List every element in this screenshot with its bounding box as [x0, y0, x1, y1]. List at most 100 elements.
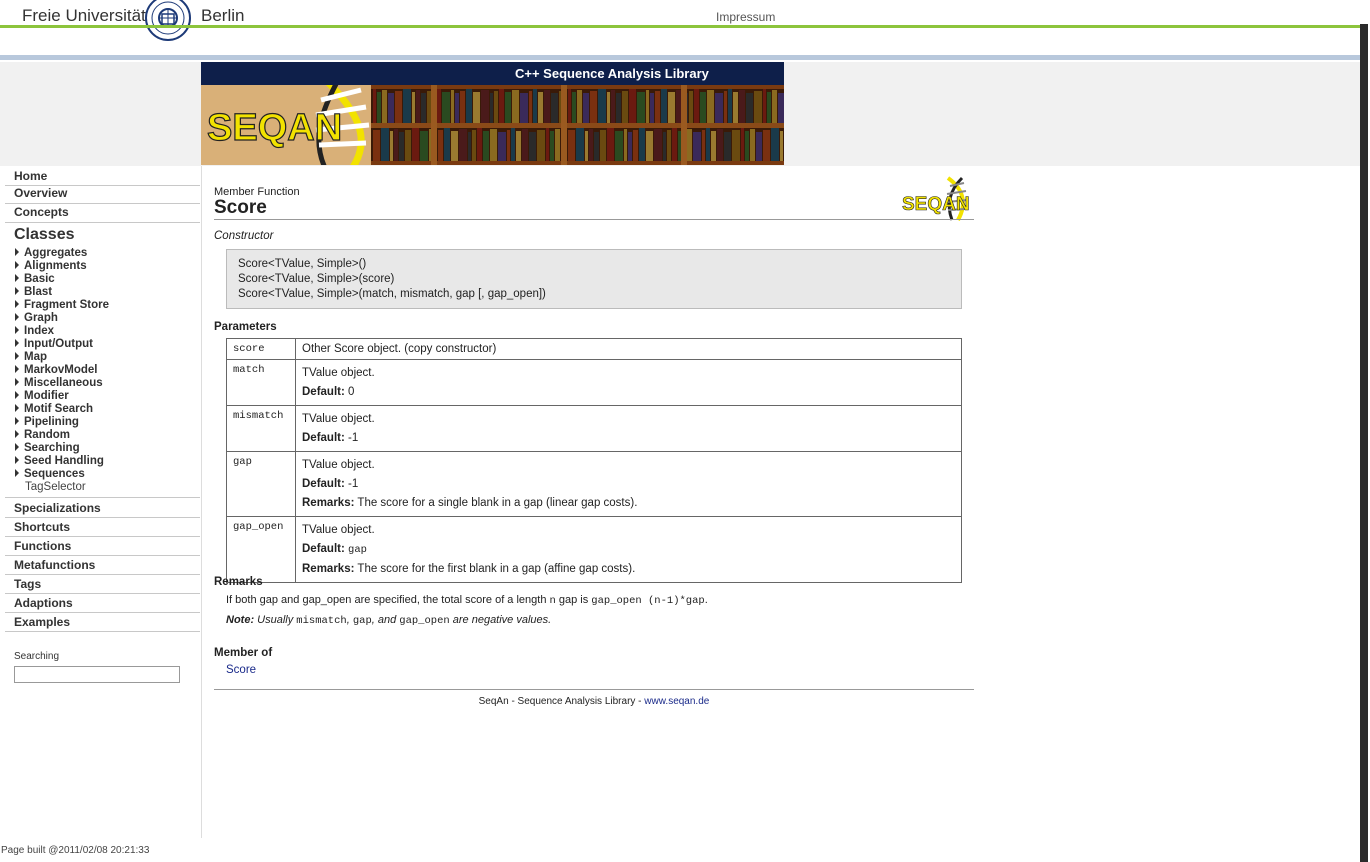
book-spine	[689, 91, 693, 123]
class-sequences[interactable]: Sequences	[15, 468, 85, 480]
class-tagselector[interactable]: TagSelector	[25, 481, 86, 493]
triangle-right-icon	[15, 352, 19, 360]
book-spine	[576, 128, 584, 161]
param-name: gap	[226, 451, 296, 517]
book-spine	[583, 93, 589, 123]
class-markovmodel[interactable]: MarkovModel	[15, 364, 98, 376]
seqan-banner: C++ Sequence Analysis Library SEQAN	[201, 62, 784, 165]
triangle-right-icon	[15, 469, 19, 477]
book-spine	[403, 89, 411, 123]
book-spine	[455, 93, 459, 123]
impressum-link[interactable]: Impressum	[716, 10, 775, 24]
book-spine	[468, 132, 471, 161]
book-spine	[460, 91, 465, 123]
triangle-right-icon	[15, 430, 19, 438]
book-spine	[442, 92, 450, 123]
triangle-right-icon	[15, 391, 19, 399]
class-pipelining[interactable]: Pipelining	[15, 416, 79, 428]
nav-tags[interactable]: Tags	[14, 577, 41, 591]
book-spine	[577, 90, 582, 123]
bookshelf-banner-image: SEQAN	[201, 85, 784, 165]
scrollbar-track[interactable]	[1360, 24, 1368, 862]
book-spine	[654, 129, 662, 161]
nav-concepts[interactable]: Concepts	[14, 205, 69, 219]
book-spine	[421, 93, 426, 123]
book-spine	[568, 130, 575, 161]
book-spine	[390, 131, 393, 161]
book-spine	[633, 130, 638, 161]
nav-separator	[5, 612, 200, 613]
nav-specializations[interactable]: Specializations	[14, 501, 101, 515]
book-spine	[746, 93, 753, 123]
book-spine	[544, 90, 550, 123]
nav-functions[interactable]: Functions	[14, 539, 71, 553]
table-row: gap TValue object. Default: -1 Remarks: …	[226, 451, 962, 517]
triangle-right-icon	[15, 339, 19, 347]
university-name-left: Freie Universität	[22, 6, 146, 25]
book-spine	[650, 93, 654, 123]
page-built-timestamp: Page built @2011/02/08 20:21:33	[1, 845, 150, 856]
book-spine	[381, 128, 389, 161]
window-scrollbar[interactable]	[1360, 0, 1370, 862]
book-spine	[717, 129, 723, 161]
university-seal-icon	[145, 0, 191, 41]
seqan-website-link[interactable]: www.seqan.de	[644, 696, 709, 707]
nav-shortcuts[interactable]: Shortcuts	[14, 520, 70, 534]
triangle-right-icon	[15, 274, 19, 282]
page-title: Score	[214, 197, 267, 218]
class-input-output[interactable]: Input/Output	[15, 338, 93, 350]
search-input[interactable]	[14, 666, 180, 683]
member-of-link[interactable]: Score	[226, 664, 256, 676]
book-spine	[546, 128, 549, 161]
nav-overview[interactable]: Overview	[14, 186, 67, 200]
class-blast[interactable]: Blast	[15, 286, 52, 298]
book-spine	[694, 89, 699, 123]
book-spine	[778, 93, 784, 123]
book-spine	[395, 91, 402, 123]
class-alignments[interactable]: Alignments	[15, 260, 87, 272]
class-basic[interactable]: Basic	[15, 273, 55, 285]
book-spine	[551, 93, 558, 123]
class-miscellaneous[interactable]: Miscellaneous	[15, 377, 103, 389]
book-spine	[639, 128, 645, 161]
book-spine	[771, 128, 779, 161]
book-spine	[555, 129, 560, 161]
param-description: TValue object. Default: -1 Remarks: The …	[295, 451, 962, 517]
class-aggregates[interactable]: Aggregates	[15, 247, 87, 259]
book-spine	[622, 91, 628, 123]
book-spine	[373, 89, 376, 123]
class-graph[interactable]: Graph	[15, 312, 58, 324]
nav-separator	[5, 497, 200, 498]
param-description: TValue object. Default: -1	[295, 405, 962, 452]
class-modifier[interactable]: Modifier	[15, 390, 69, 402]
nav-metafunctions[interactable]: Metafunctions	[14, 558, 95, 572]
class-motif-search[interactable]: Motif Search	[15, 403, 93, 415]
nav-examples[interactable]: Examples	[14, 615, 70, 629]
class-seed-handling[interactable]: Seed Handling	[15, 455, 104, 467]
param-name: match	[226, 359, 296, 406]
nav-separator	[5, 536, 200, 537]
book-spine	[624, 129, 627, 161]
book-spine	[477, 128, 482, 161]
table-row: match TValue object. Default: 0	[226, 359, 962, 406]
nav-separator	[5, 222, 200, 223]
class-random[interactable]: Random	[15, 429, 70, 441]
signature-line: Score<TValue, Simple>(score)	[238, 273, 395, 285]
class-map[interactable]: Map	[15, 351, 47, 363]
triangle-right-icon	[15, 261, 19, 269]
book-spine	[444, 128, 450, 161]
nav-separator	[5, 517, 200, 518]
nav-adaptions[interactable]: Adaptions	[14, 596, 73, 610]
university-name-right: Berlin	[201, 6, 245, 25]
book-spine	[420, 131, 428, 161]
banner-logo-text: SEQAN	[207, 107, 342, 149]
book-spine	[490, 93, 493, 123]
book-spine	[550, 131, 554, 161]
book-spine	[373, 130, 380, 161]
book-spine	[655, 91, 660, 123]
class-searching[interactable]: Searching	[15, 442, 80, 454]
book-spine	[537, 130, 545, 161]
class-fragment-store[interactable]: Fragment Store	[15, 299, 109, 311]
nav-home[interactable]: Home	[14, 169, 47, 183]
class-index[interactable]: Index	[15, 325, 54, 337]
